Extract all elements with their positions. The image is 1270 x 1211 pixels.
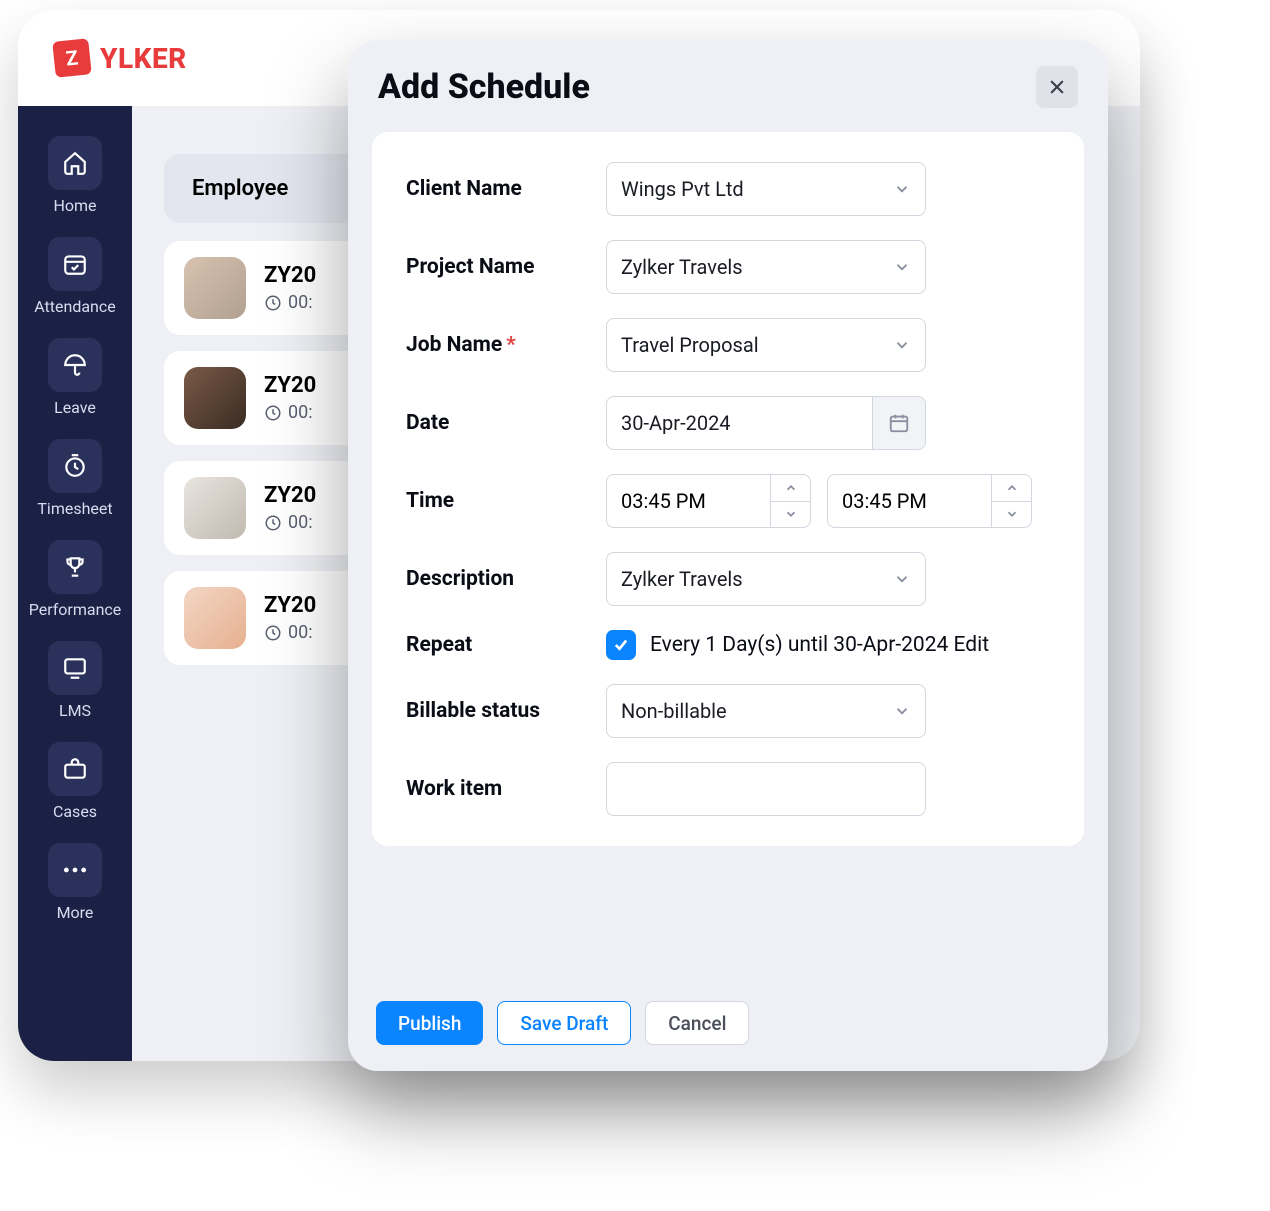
project-select[interactable]: Zylker Travels — [606, 240, 926, 294]
avatar — [184, 477, 246, 539]
avatar — [184, 257, 246, 319]
chevron-down-icon — [893, 336, 911, 354]
employee-time: 00: — [288, 292, 313, 313]
employee-time: 00: — [288, 622, 313, 643]
sidebar-item-timesheet[interactable]: Timesheet — [31, 433, 119, 526]
clock-icon — [264, 514, 282, 532]
sidebar-item-more[interactable]: More — [31, 837, 119, 930]
label-date: Date — [406, 411, 606, 435]
description-value: Zylker Travels — [621, 567, 743, 591]
check-icon — [612, 636, 630, 654]
avatar — [184, 587, 246, 649]
time-from-value: 03:45 PM — [607, 475, 770, 527]
date-picker-button[interactable] — [872, 396, 926, 450]
sidebar-label: Timesheet — [37, 499, 112, 518]
employee-id: ZY20 — [264, 373, 316, 398]
date-input[interactable]: 30-Apr-2024 — [606, 396, 872, 450]
clock-icon — [264, 294, 282, 312]
chevron-down-icon — [893, 570, 911, 588]
brand-badge: Z — [52, 38, 92, 78]
employee-id: ZY20 — [264, 593, 316, 618]
employee-id: ZY20 — [264, 263, 316, 288]
billable-value: Non-billable — [621, 699, 727, 723]
sidebar-item-performance[interactable]: Performance — [31, 534, 119, 627]
brand-name: YLKER — [100, 42, 187, 75]
repeat-text: Every 1 Day(s) until 30-Apr-2024 Edit — [650, 633, 989, 657]
stopwatch-icon — [48, 439, 102, 493]
sidebar-item-lms[interactable]: LMS — [31, 635, 119, 728]
calendar-icon — [888, 412, 910, 434]
label-billable: Billable status — [406, 699, 606, 723]
sidebar-label: LMS — [59, 701, 91, 720]
sidebar-label: Home — [53, 196, 96, 215]
clock-icon — [264, 624, 282, 642]
description-select[interactable]: Zylker Travels — [606, 552, 926, 606]
calendar-check-icon — [48, 237, 102, 291]
chevron-down-icon — [1005, 507, 1019, 521]
repeat-checkbox[interactable] — [606, 630, 636, 660]
sidebar: Home Attendance Leave Timesheet — [18, 106, 132, 1061]
briefcase-icon — [48, 742, 102, 796]
publish-button[interactable]: Publish — [376, 1001, 483, 1045]
time-to-input[interactable]: 03:45 PM — [827, 474, 1032, 528]
label-time: Time — [406, 489, 606, 513]
chevron-down-icon — [893, 180, 911, 198]
label-repeat: Repeat — [406, 633, 606, 657]
label-description: Description — [406, 567, 606, 591]
home-icon — [48, 136, 102, 190]
client-value: Wings Pvt Ltd — [621, 177, 744, 201]
umbrella-icon — [48, 338, 102, 392]
employee-id: ZY20 — [264, 483, 316, 508]
avatar — [184, 367, 246, 429]
time-from-input[interactable]: 03:45 PM — [606, 474, 811, 528]
label-client: Client Name — [406, 177, 606, 201]
time-to-down[interactable] — [992, 502, 1031, 528]
time-from-down[interactable] — [771, 502, 810, 528]
client-select[interactable]: Wings Pvt Ltd — [606, 162, 926, 216]
employee-time: 00: — [288, 402, 313, 423]
chevron-up-icon — [784, 481, 798, 495]
trophy-icon — [48, 540, 102, 594]
save-draft-button[interactable]: Save Draft — [497, 1001, 631, 1045]
close-button[interactable] — [1036, 66, 1078, 108]
sidebar-label: Leave — [54, 398, 96, 417]
chevron-down-icon — [784, 507, 798, 521]
form-card: Client Name Wings Pvt Ltd Project Name Z… — [372, 132, 1084, 846]
workitem-input-wrap — [606, 762, 926, 816]
sidebar-label: Performance — [29, 600, 122, 619]
clock-icon — [264, 404, 282, 422]
sidebar-label: Cases — [53, 802, 97, 821]
time-to-up[interactable] — [992, 475, 1031, 502]
sidebar-item-leave[interactable]: Leave — [31, 332, 119, 425]
label-job: Job Name* — [406, 333, 606, 357]
chevron-up-icon — [1005, 481, 1019, 495]
project-value: Zylker Travels — [621, 255, 743, 279]
sidebar-item-cases[interactable]: Cases — [31, 736, 119, 829]
panel-footer: Publish Save Draft Cancel — [348, 985, 1108, 1071]
label-workitem: Work item — [406, 777, 606, 801]
chevron-down-icon — [893, 702, 911, 720]
workitem-input[interactable] — [621, 763, 911, 815]
date-value: 30-Apr-2024 — [621, 411, 731, 435]
add-schedule-panel: Add Schedule Client Name Wings Pvt Ltd P… — [348, 40, 1108, 1071]
cancel-button[interactable]: Cancel — [645, 1001, 749, 1045]
monitor-icon — [48, 641, 102, 695]
employee-time: 00: — [288, 512, 313, 533]
close-icon — [1047, 77, 1067, 97]
sidebar-item-attendance[interactable]: Attendance — [31, 231, 119, 324]
label-project: Project Name — [406, 255, 606, 279]
sidebar-label: More — [57, 903, 94, 922]
time-to-value: 03:45 PM — [828, 475, 991, 527]
panel-title: Add Schedule — [378, 67, 590, 107]
chevron-down-icon — [893, 258, 911, 276]
time-from-up[interactable] — [771, 475, 810, 502]
sidebar-item-home[interactable]: Home — [31, 130, 119, 223]
billable-select[interactable]: Non-billable — [606, 684, 926, 738]
job-value: Travel Proposal — [621, 333, 759, 357]
job-select[interactable]: Travel Proposal — [606, 318, 926, 372]
more-icon — [48, 843, 102, 897]
sidebar-label: Attendance — [34, 297, 116, 316]
